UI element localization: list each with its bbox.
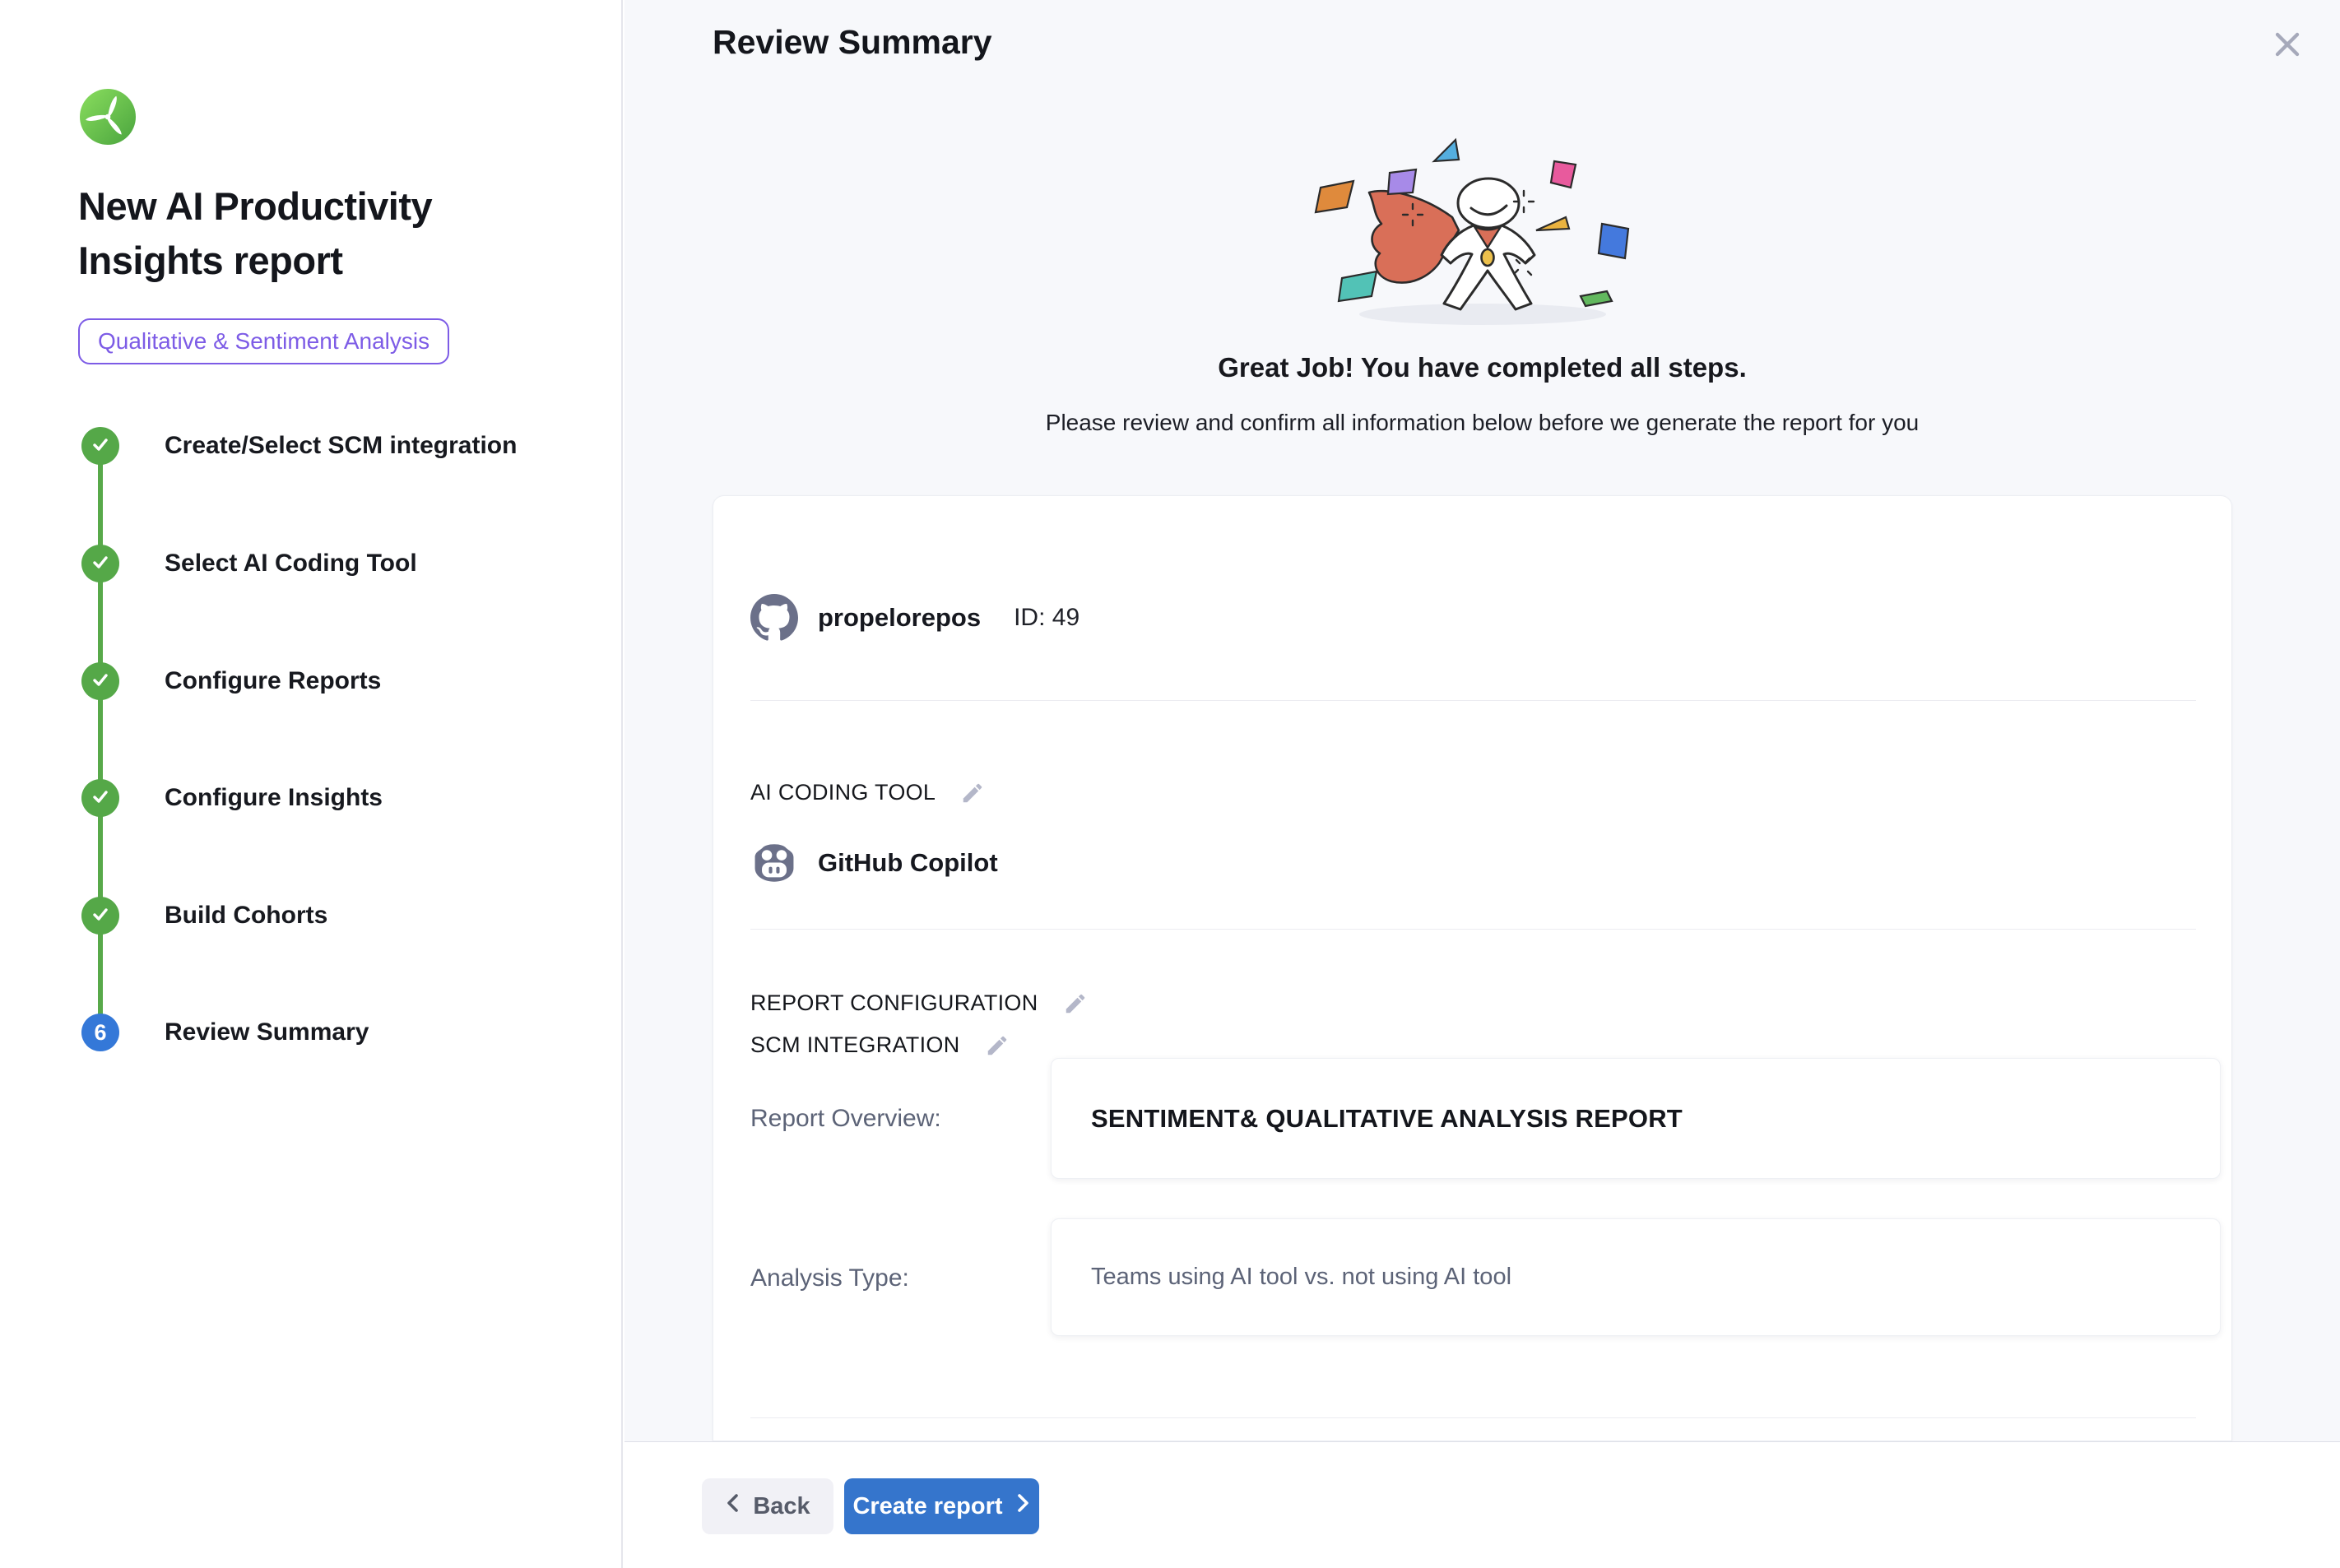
- check-icon: [91, 552, 110, 576]
- check-icon: [91, 434, 110, 458]
- wizard-footer: Back Create report: [624, 1441, 2340, 1568]
- sidebar-step-reports[interactable]: Configure Reports: [165, 667, 381, 695]
- step-6-number: 6: [94, 1020, 106, 1046]
- back-button[interactable]: Back: [702, 1478, 833, 1534]
- superhero-confetti-illustration: [1289, 122, 1676, 332]
- step-2-indicator[interactable]: [81, 545, 119, 582]
- sidebar-step-ai-tool[interactable]: Select AI Coding Tool: [165, 550, 417, 578]
- sidebar-step-scm[interactable]: Create/Select SCM integration: [165, 432, 517, 460]
- check-icon: [91, 904, 110, 928]
- edit-pencil-icon[interactable]: [985, 1033, 1010, 1058]
- analysis-type-badge: Qualitative & Sentiment Analysis: [78, 318, 449, 364]
- analysis-type-label: Analysis Type:: [750, 1264, 909, 1292]
- sidebar-step-cohorts[interactable]: Build Cohorts: [165, 902, 327, 930]
- section-divider: [750, 700, 2196, 701]
- edit-pencil-icon[interactable]: [960, 781, 985, 805]
- ai-tool-section-label: AI CODING TOOL: [750, 780, 936, 805]
- report-config-section-label: REPORT CONFIGURATION: [750, 990, 1038, 1016]
- chevron-right-icon: [1014, 1492, 1031, 1520]
- create-report-label: Create report: [852, 1493, 1002, 1520]
- stepper-connector: [98, 446, 103, 1032]
- step-6-indicator[interactable]: 6: [81, 1014, 119, 1051]
- wizard-sidebar: New AI Productivity Insights report Qual…: [0, 0, 623, 1568]
- ai-tool-name: GitHub Copilot: [818, 848, 998, 878]
- check-icon: [91, 786, 110, 810]
- section-divider: [750, 1417, 2196, 1418]
- chevron-left-icon: [725, 1492, 741, 1520]
- step-1-indicator[interactable]: [81, 427, 119, 465]
- panel-title: Review Summary: [713, 23, 992, 62]
- close-icon[interactable]: [2268, 25, 2307, 64]
- scm-integration-name: propelorepos: [818, 603, 981, 633]
- step-5-indicator[interactable]: [81, 897, 119, 935]
- section-divider: [750, 929, 2196, 930]
- step-3-indicator[interactable]: [81, 662, 119, 700]
- propeller-icon: [80, 89, 136, 145]
- back-button-label: Back: [753, 1493, 810, 1520]
- summary-card: SCM INTEGRATION propelorepos ID: 49 AI C…: [713, 495, 2232, 1441]
- sidebar-step-insights[interactable]: Configure Insights: [165, 784, 383, 812]
- scm-section-label: SCM INTEGRATION: [750, 1032, 960, 1058]
- check-icon: [91, 670, 110, 694]
- report-overview-label: Report Overview:: [750, 1105, 941, 1133]
- scm-integration-id: ID: 49: [1014, 604, 1079, 632]
- congrats-message: Great Job! You have completed all steps.: [624, 352, 2340, 383]
- analysis-type-value: Teams using AI tool vs. not using AI too…: [1051, 1218, 2221, 1336]
- review-note: Please review and confirm all informatio…: [624, 410, 2340, 436]
- step-4-indicator[interactable]: [81, 779, 119, 817]
- sidebar-step-review[interactable]: Review Summary: [165, 1018, 369, 1046]
- wizard-title: New AI Productivity Insights report: [78, 179, 522, 288]
- report-overview-value: SENTIMENT& QUALITATIVE ANALYSIS REPORT: [1051, 1058, 2221, 1179]
- edit-pencil-icon[interactable]: [1063, 991, 1088, 1016]
- review-summary-panel: Review Summary: [624, 0, 2340, 1441]
- create-report-button[interactable]: Create report: [844, 1478, 1039, 1534]
- github-icon: [750, 594, 798, 642]
- copilot-icon: [750, 839, 798, 887]
